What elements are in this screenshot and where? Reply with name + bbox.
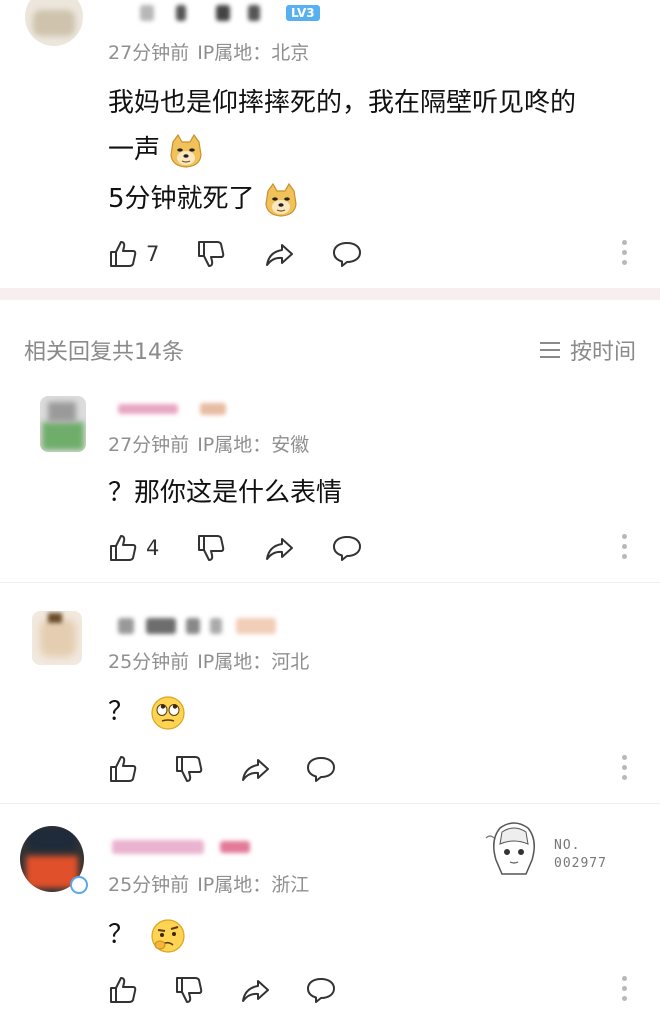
share-arrow-icon <box>242 759 269 781</box>
reply-button[interactable] <box>332 239 362 269</box>
ip-location: 安徽 <box>271 434 310 456</box>
thumbs-up-icon <box>110 241 137 267</box>
ip-label: IP属地： <box>197 874 272 896</box>
comment-line: 我妈也是仰摔摔死的，我在隔壁听见咚的 <box>108 88 577 118</box>
thumbs-up-icon <box>110 756 137 782</box>
sort-label: 按时间 <box>569 340 636 365</box>
comment-line: 5分钟就死了 <box>108 184 255 214</box>
thumbs-down-icon <box>176 977 203 1003</box>
sort-button[interactable]: 按时间 <box>538 334 636 366</box>
reply-item: 25分钟前 IP属地：浙江 NO. 002977 ？ <box>0 804 660 1023</box>
comment-line-row: 一声 <box>108 129 576 172</box>
reply-item: 25分钟前 IP属地：河北 ？ <box>0 583 660 803</box>
reply-button[interactable] <box>306 754 336 784</box>
timestamp: 25分钟前 <box>108 651 190 673</box>
fan-badge: NO. 002977 <box>482 820 622 880</box>
more-options-icon[interactable] <box>622 240 628 265</box>
share-arrow-icon <box>242 980 269 1002</box>
rolling-eyes-emoji <box>151 695 185 730</box>
avatar[interactable] <box>40 396 86 452</box>
ip-location: 河北 <box>271 651 310 673</box>
comment-line-row: 5分钟就死了 <box>108 178 576 221</box>
avatar[interactable] <box>25 0 83 46</box>
dislike-button[interactable] <box>174 754 240 784</box>
ip-label: IP属地： <box>197 651 272 673</box>
reply-text: ？ <box>108 691 186 734</box>
share-arrow-icon <box>266 244 293 266</box>
timestamp: 27分钟前 <box>108 434 190 456</box>
timestamp: 25分钟前 <box>108 874 190 896</box>
share-button[interactable] <box>264 239 332 269</box>
username[interactable] <box>118 617 276 635</box>
badge-no-label: NO. <box>554 838 581 853</box>
timestamp: 27分钟前 <box>108 42 190 64</box>
comment-meta: 25分钟前 IP属地：浙江 <box>108 870 317 897</box>
like-button[interactable]: 4 <box>108 533 196 563</box>
speech-bubble-icon <box>333 242 361 267</box>
ip-label: IP属地： <box>197 42 272 64</box>
thumbs-down-icon <box>198 241 225 267</box>
replies-header: 相关回复共14条 按时间 <box>0 300 660 390</box>
reply-text: ？ <box>108 914 186 957</box>
reply-text-content: ？ <box>108 920 135 950</box>
main-comment: LV3 27分钟前 IP属地：北京 我妈也是仰摔摔死的，我在隔壁听见咚的 一声 5… <box>0 0 660 290</box>
like-button[interactable] <box>108 754 174 784</box>
thumbs-up-icon <box>110 977 137 1003</box>
ip-location: 北京 <box>271 42 310 64</box>
username[interactable]: LV3 <box>140 4 320 22</box>
dislike-button[interactable] <box>196 239 264 269</box>
dislike-button[interactable] <box>196 533 264 563</box>
reply-button[interactable] <box>306 975 336 1005</box>
like-button[interactable]: 7 <box>108 239 196 269</box>
reply-text-content: ？ <box>108 697 135 727</box>
replies-count: 相关回复共14条 <box>24 340 184 365</box>
speech-bubble-icon <box>307 757 335 782</box>
comment-actions <box>108 753 336 785</box>
skeptical-emoji <box>151 918 185 953</box>
share-button[interactable] <box>264 533 332 563</box>
section-separator <box>0 288 660 300</box>
username[interactable] <box>118 400 226 418</box>
share-button[interactable] <box>240 754 306 784</box>
more-options-icon[interactable] <box>622 534 628 559</box>
anime-girl-sticker-icon <box>485 822 535 875</box>
ip-location: 浙江 <box>271 874 310 896</box>
comment-meta: 25分钟前 IP属地：河北 <box>108 647 317 674</box>
reply-item: 27分钟前 IP属地：安徽 ？那你这是什么表情 4 <box>0 390 660 582</box>
comment-text: 我妈也是仰摔摔死的，我在隔壁听见咚的 一声 5分钟就死了 <box>108 82 576 221</box>
more-options-icon[interactable] <box>622 755 628 780</box>
username[interactable] <box>112 838 250 856</box>
like-count: 7 <box>146 242 160 266</box>
comment-actions: 7 <box>108 238 362 270</box>
comment-actions: 4 <box>108 532 362 564</box>
comment-actions <box>108 974 336 1006</box>
speech-bubble-icon <box>307 978 335 1003</box>
level-badge: LV3 <box>286 5 320 21</box>
menu-lines-icon <box>539 342 560 358</box>
comment-meta: 27分钟前 IP属地：安徽 <box>108 430 317 457</box>
thumbs-down-icon <box>198 535 225 561</box>
like-button[interactable] <box>108 975 174 1005</box>
reply-text: ？那你这是什么表情 <box>108 478 343 508</box>
avatar[interactable] <box>32 611 82 665</box>
doge-emoji <box>265 182 297 217</box>
comment-meta: 27分钟前 IP属地：北京 <box>108 38 317 65</box>
doge-emoji <box>170 133 202 168</box>
like-count: 4 <box>146 536 160 560</box>
reply-button[interactable] <box>332 533 362 563</box>
speech-bubble-icon <box>333 536 361 561</box>
dislike-button[interactable] <box>174 975 240 1005</box>
share-button[interactable] <box>240 975 306 1005</box>
verified-badge-icon <box>70 876 88 894</box>
comment-line: 一声 <box>108 135 161 165</box>
thumbs-up-icon <box>110 535 137 561</box>
share-arrow-icon <box>266 538 293 560</box>
more-options-icon[interactable] <box>622 976 628 1001</box>
badge-number: 002977 <box>554 856 607 871</box>
thumbs-down-icon <box>176 756 203 782</box>
ip-label: IP属地： <box>197 434 272 456</box>
